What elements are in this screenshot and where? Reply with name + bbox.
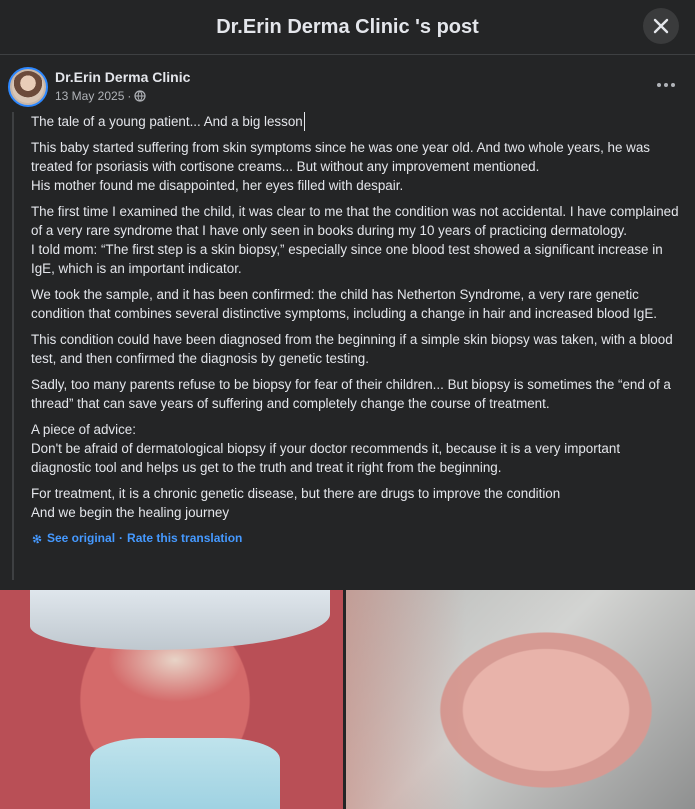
meta-separator: · [127, 89, 132, 103]
avatar[interactable] [8, 67, 48, 107]
post-paragraph: Sadly, too many parents refuse to be bio… [31, 377, 671, 411]
rate-translation-link[interactable]: Rate this translation [127, 529, 242, 548]
post-paragraph: The first time I examined the child, it … [31, 204, 679, 276]
translate-gear-icon [32, 534, 42, 543]
dialog-title: Dr.Erin Derma Clinic 's post [216, 15, 479, 38]
post-images [0, 590, 695, 809]
more-dots-icon [657, 83, 675, 87]
post-paragraph: This condition could have been diagnosed… [31, 332, 673, 366]
author-name[interactable]: Dr.Erin Derma Clinic [55, 69, 190, 85]
post-body: The tale of a young patient... And a big… [12, 112, 682, 580]
close-button[interactable] [643, 8, 679, 44]
post-dialog-header: Dr.Erin Derma Clinic 's post [0, 0, 695, 55]
post-meta: 13 May 2025 · [55, 89, 146, 103]
translation-separator: · [119, 531, 124, 545]
photo-baby-hand[interactable] [346, 590, 695, 809]
close-icon [653, 18, 669, 34]
more-options-button[interactable] [652, 73, 680, 97]
post-paragraph: We took the sample, and it has been conf… [31, 287, 657, 321]
post-paragraph: The tale of a young patient... And a big… [31, 112, 682, 131]
photo-baby-legs[interactable] [0, 590, 343, 809]
avatar-photo [12, 71, 44, 103]
post-first-line: The tale of a young patient... And a big… [31, 112, 305, 131]
globe-icon[interactable] [134, 90, 146, 102]
post-paragraph: This baby started suffering from skin sy… [31, 140, 650, 193]
post-date[interactable]: 13 May 2025 [55, 89, 124, 103]
post-paragraph: For treatment, it is a chronic genetic d… [31, 486, 561, 520]
see-original-link[interactable]: See original [47, 529, 115, 548]
post-header: Dr.Erin Derma Clinic 13 May 2025 · [8, 67, 688, 109]
post-paragraph: A piece of advice: Don't be afraid of de… [31, 422, 621, 475]
translation-bar: See original · Rate this translation [31, 529, 682, 548]
